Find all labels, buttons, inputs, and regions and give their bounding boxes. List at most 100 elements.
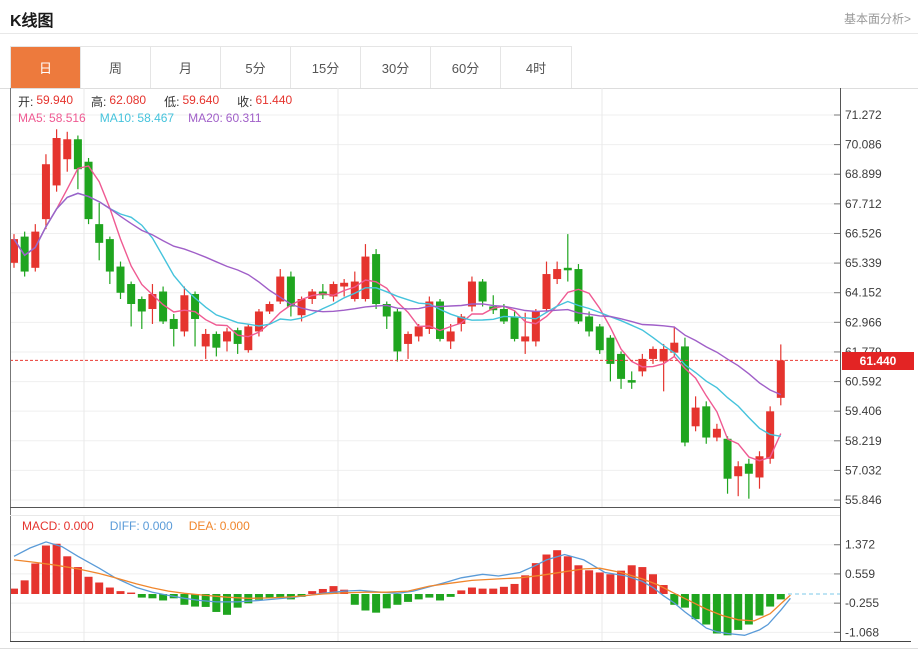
ma5-legend: MA5:58.516 (18, 111, 86, 125)
macd-legend: MACD:0.000DIFF:0.000DEA:0.000 (22, 519, 250, 533)
macd-bar (234, 594, 242, 608)
tab-月[interactable]: 月 (151, 47, 221, 88)
macd-bar (457, 590, 465, 594)
macd-bar (734, 594, 742, 630)
candle-body (479, 282, 487, 302)
axis-label: 0.559 (845, 567, 875, 581)
macd-bar (138, 594, 146, 598)
current-price-badge: 61.440 (842, 352, 914, 370)
candle-body (521, 336, 529, 341)
candle-body (351, 282, 359, 299)
macd-bar (511, 584, 519, 594)
candle-body (42, 164, 50, 219)
candle-body (106, 239, 114, 271)
candle-body (468, 282, 476, 307)
macd-bar (127, 593, 135, 594)
axis-label: 59.406 (845, 404, 882, 418)
tab-15分[interactable]: 15分 (291, 47, 361, 88)
candle-body (95, 224, 103, 243)
diff-line (14, 542, 790, 635)
macd-bar (468, 588, 476, 594)
candle-body (543, 274, 551, 309)
candle-body (447, 331, 455, 341)
candle-body (170, 319, 178, 329)
candle-body (777, 360, 785, 397)
macd-bar (266, 594, 274, 598)
high-legend: 高:62.080 (91, 93, 146, 110)
ma20-legend: MA20:60.311 (188, 111, 262, 125)
candle-body (702, 406, 710, 437)
tab-日[interactable]: 日 (11, 47, 81, 88)
interval-tabs: 日周月5分15分30分60分4时 (10, 46, 572, 88)
candle-body (212, 334, 220, 348)
macd-bar (415, 594, 423, 599)
tab-4时[interactable]: 4时 (501, 47, 571, 88)
fundamental-analysis-link[interactable]: 基本面分析> (844, 10, 911, 27)
candle-body (180, 295, 188, 331)
candle-body (223, 331, 231, 341)
axis-label: 70.086 (845, 138, 882, 152)
macd-legend: MACD:0.000 (22, 519, 94, 533)
macd-bar (425, 594, 433, 598)
candle-body (74, 139, 82, 169)
macd-bar (766, 594, 774, 607)
candle-body (255, 311, 263, 331)
candle-body (532, 311, 540, 341)
macd-bar (596, 572, 604, 594)
macd-bar (479, 589, 487, 594)
close-legend: 收:61.440 (237, 93, 292, 110)
macd-bar (106, 588, 114, 594)
candle-body (244, 326, 252, 350)
macd-bar (628, 565, 636, 594)
candle-body (713, 429, 721, 438)
candle-body (63, 139, 71, 159)
axis-label: 60.592 (845, 375, 882, 389)
macd-bar (351, 594, 359, 605)
candle-body (127, 284, 135, 304)
candle-body (724, 439, 732, 479)
macd-bar (255, 594, 263, 600)
macd-bar (585, 570, 593, 594)
candle-body (361, 257, 369, 299)
macd-bar (756, 594, 764, 616)
candle-body (21, 237, 29, 272)
macd-bar (31, 563, 39, 594)
macd-bar (10, 589, 18, 594)
tab-5分[interactable]: 5分 (221, 47, 291, 88)
macd-bar (53, 544, 61, 594)
dea-legend: DEA:0.000 (189, 519, 250, 533)
tab-周[interactable]: 周 (81, 47, 151, 88)
low-legend: 低:59.640 (164, 93, 219, 110)
macd-bar (95, 583, 103, 594)
axis-label: 71.272 (845, 108, 882, 122)
axis-label: 64.152 (845, 286, 882, 300)
candle-body (660, 349, 668, 361)
macd-bar (500, 587, 508, 594)
macd-bar (361, 594, 369, 611)
macd-bar (148, 594, 156, 598)
tab-30分[interactable]: 30分 (361, 47, 431, 88)
macd-bar (404, 594, 412, 602)
axis-label: 65.339 (845, 256, 882, 270)
macd-bar (777, 594, 785, 599)
candle-body (138, 299, 146, 311)
macd-bar (21, 580, 29, 594)
macd-bar (436, 594, 444, 600)
macd-bar (606, 574, 614, 594)
macd-bar (85, 577, 93, 594)
candle-body (148, 294, 156, 309)
macd-bar (42, 546, 50, 594)
macd-bar (564, 556, 572, 594)
axis-label: 55.846 (845, 493, 882, 507)
candle-body (404, 334, 412, 344)
tab-60分[interactable]: 60分 (431, 47, 501, 88)
axis-label: 62.966 (845, 315, 882, 329)
candle-body (617, 354, 625, 379)
candle-body (585, 316, 593, 331)
candle-body (117, 267, 125, 293)
macd-bar (489, 589, 497, 594)
candle-body (553, 269, 561, 279)
candle-body (734, 466, 742, 476)
axis-label: 66.526 (845, 226, 882, 240)
candle-body (596, 326, 604, 350)
